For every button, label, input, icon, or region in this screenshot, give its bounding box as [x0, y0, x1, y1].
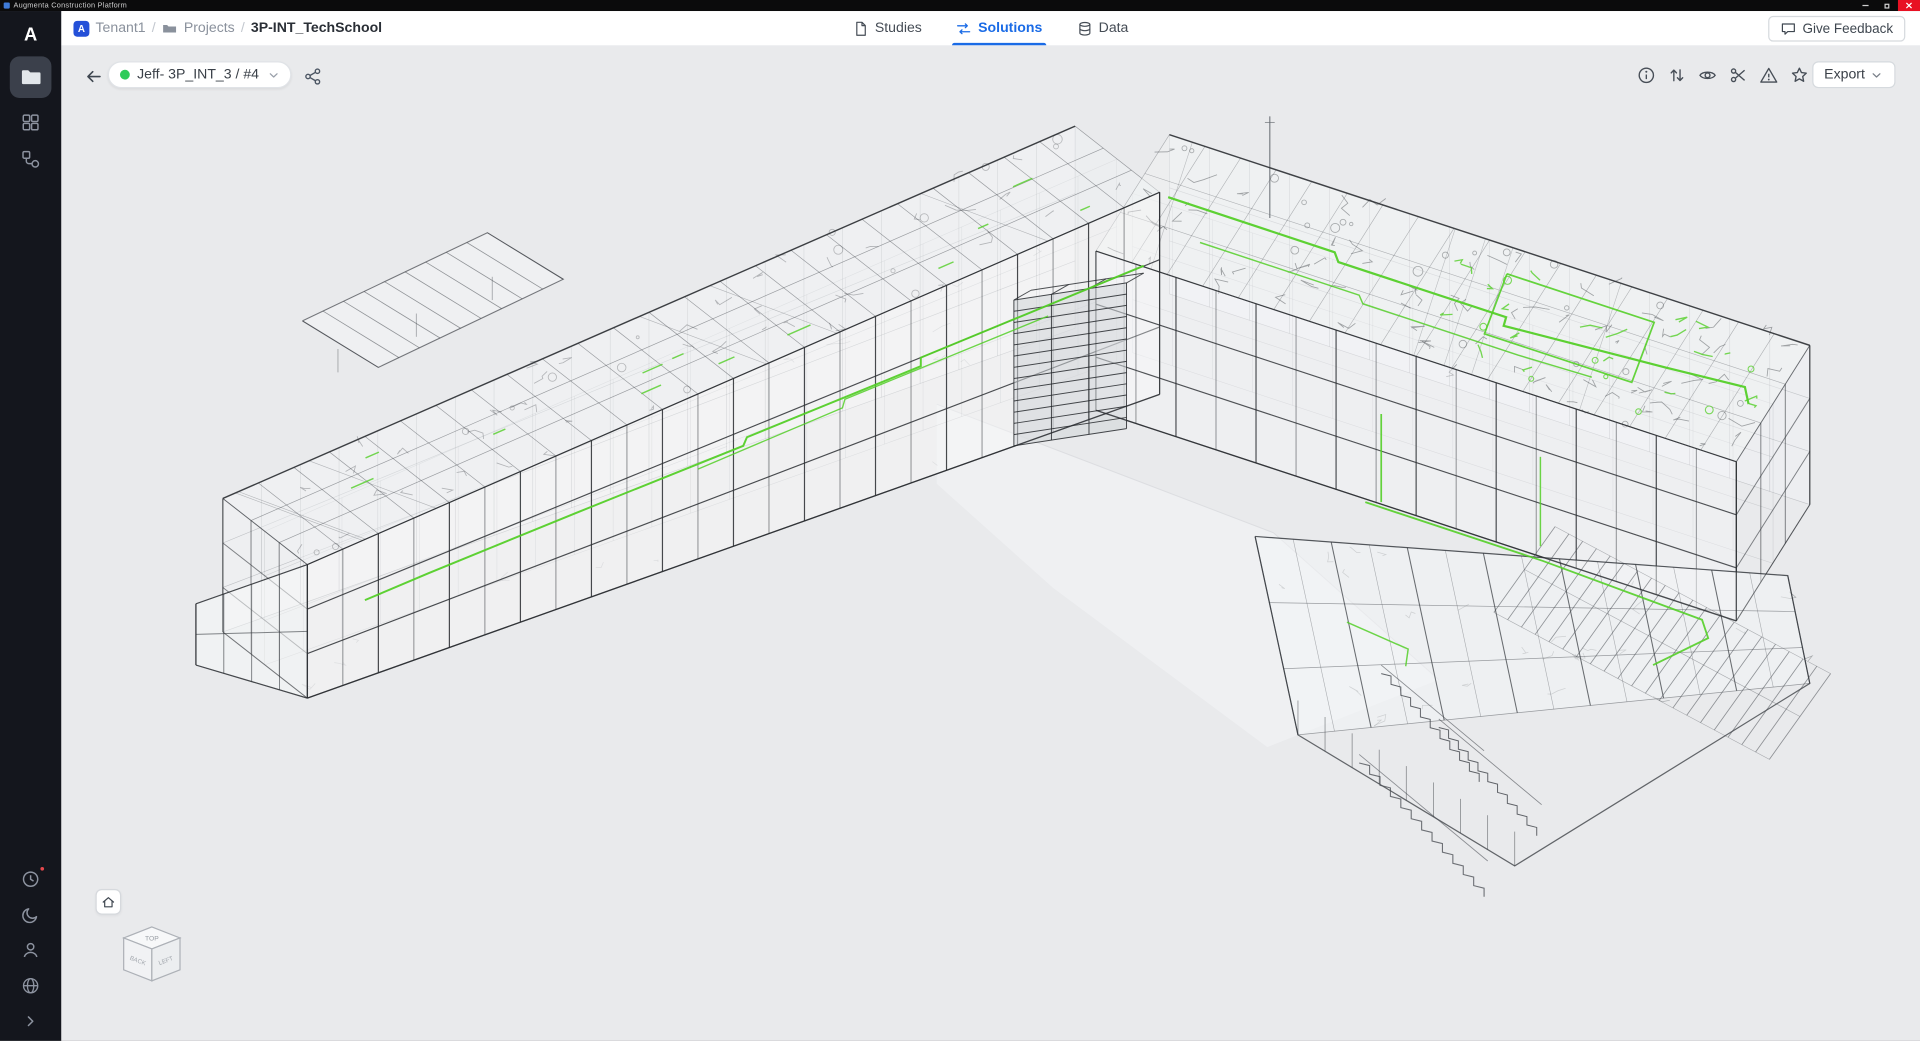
share-icon: [303, 67, 321, 85]
dark-mode-moon-icon: [21, 905, 41, 925]
document-icon: [853, 20, 869, 36]
view-cube-top-label: TOP: [145, 935, 159, 942]
section-cut-button[interactable]: [1728, 65, 1749, 86]
breadcrumb-separator: /: [241, 21, 245, 36]
tab-data[interactable]: Data: [1077, 11, 1129, 45]
give-feedback-label: Give Feedback: [1802, 21, 1893, 36]
tab-label: Data: [1099, 21, 1129, 36]
model-canvas: Jeff- 3P_INT_3 / #4: [61, 47, 1920, 1041]
sidebar-item-projects[interactable]: [10, 56, 52, 98]
chevron-down-icon: [266, 68, 279, 81]
window-titlebar[interactable]: Augmenta Construction Platform: [0, 0, 1920, 11]
language-button[interactable]: [12, 974, 49, 998]
theme-toggle-button[interactable]: [12, 903, 49, 927]
logo-button[interactable]: A: [24, 24, 37, 45]
favorite-button[interactable]: [1789, 65, 1810, 86]
window-title: Augmenta Construction Platform: [13, 2, 127, 9]
view-cube[interactable]: TOP BACK LEFT: [113, 918, 191, 996]
favorite-star-icon: [1790, 66, 1808, 84]
models-grid-icon: [21, 113, 41, 133]
folder-icon: [19, 66, 42, 89]
tab-solutions[interactable]: Solutions: [956, 11, 1042, 45]
sidebar-footer: [12, 856, 49, 1041]
close-button[interactable]: [1898, 0, 1920, 11]
maximize-button[interactable]: [1876, 0, 1898, 11]
sidebar-item-models[interactable]: [12, 110, 49, 134]
breadcrumb-tenant[interactable]: Tenant1: [96, 21, 146, 36]
home-view-button[interactable]: [96, 889, 122, 915]
compare-icon: [1668, 66, 1686, 84]
activity-button[interactable]: [12, 867, 49, 891]
issues-button[interactable]: [1758, 65, 1779, 86]
tab-label: Studies: [875, 21, 922, 36]
maximize-icon: [1884, 3, 1889, 8]
viewer-toolbar: [1636, 65, 1810, 86]
user-profile-icon: [21, 941, 41, 961]
share-button[interactable]: [301, 65, 323, 87]
automations-flow-icon: [21, 149, 41, 169]
visibility-button[interactable]: [1697, 65, 1718, 86]
user-profile-button[interactable]: [12, 938, 49, 962]
back-button[interactable]: [81, 64, 105, 88]
breadcrumb-projects[interactable]: Projects: [184, 21, 235, 36]
issues-warning-icon: [1760, 66, 1778, 84]
info-icon: [1637, 66, 1655, 84]
comment-bubble-icon: [1780, 21, 1796, 37]
compare-button[interactable]: [1667, 65, 1688, 86]
notification-badge: [39, 866, 45, 872]
back-arrow-icon: [84, 67, 102, 85]
expand-sidebar-button[interactable]: [12, 1009, 49, 1033]
minimize-button[interactable]: [1854, 0, 1876, 11]
solution-name: Jeff- 3P_INT_3 / #4: [137, 67, 259, 82]
home-icon: [100, 894, 116, 910]
model-3d-view[interactable]: [61, 47, 1920, 1041]
export-label: Export: [1824, 67, 1865, 82]
breadcrumb-separator: /: [152, 21, 156, 36]
solution-selector[interactable]: Jeff- 3P_INT_3 / #4: [108, 61, 291, 88]
breadcrumb: A Tenant1 / Projects / 3P-INT_TechSchool: [73, 11, 382, 45]
section-cut-scissors-icon: [1729, 66, 1747, 84]
tab-label: Solutions: [978, 21, 1042, 36]
tenant-avatar: A: [73, 20, 89, 36]
app-icon: [4, 2, 10, 8]
app-window: Augmenta Construction Platform A: [0, 0, 1920, 1041]
expand-chevron-icon: [22, 1013, 39, 1030]
sidebar: A: [0, 11, 61, 1041]
routes-icon: [956, 20, 972, 36]
sidebar-item-automations[interactable]: [12, 147, 49, 171]
tab-studies[interactable]: Studies: [853, 11, 922, 45]
status-dot: [120, 70, 130, 80]
folder-icon: [162, 20, 178, 36]
export-button[interactable]: Export: [1812, 61, 1896, 88]
chevron-down-icon: [1870, 68, 1883, 81]
info-button[interactable]: [1636, 65, 1657, 86]
top-header: A Tenant1 / Projects / 3P-INT_TechSchool…: [61, 11, 1920, 47]
database-icon: [1077, 20, 1093, 36]
language-globe-icon: [21, 976, 41, 996]
activity-clock-icon: [21, 870, 41, 890]
visibility-eye-icon: [1698, 66, 1716, 84]
main-tabs: Studies Solutions Data: [853, 11, 1129, 45]
give-feedback-button[interactable]: Give Feedback: [1768, 16, 1905, 42]
breadcrumb-current-project: 3P-INT_TechSchool: [251, 21, 382, 36]
minimize-icon: [1862, 5, 1868, 6]
